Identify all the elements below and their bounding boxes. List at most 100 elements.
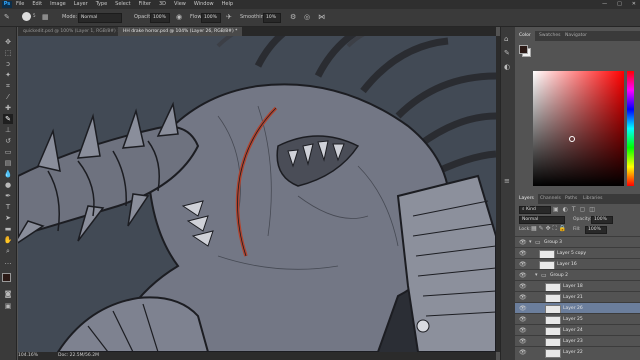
menu-file[interactable]: File — [16, 0, 24, 9]
adjustments-icon[interactable]: ◐ — [504, 63, 510, 71]
visibility-eye-icon[interactable]: 👁 — [519, 327, 527, 334]
lock-icons[interactable]: ▦ ✎ ✥ ⛶ 🔒 — [531, 225, 566, 233]
tab-layers[interactable]: Layers — [515, 194, 538, 204]
filter-type-icon[interactable]: T — [572, 206, 576, 213]
symmetry-icon[interactable]: ⋈ — [318, 13, 325, 21]
mode-label: Mode: — [62, 14, 78, 20]
menu-window[interactable]: Window — [194, 0, 214, 9]
hand-tool-icon[interactable]: ✋ — [3, 235, 13, 245]
type-tool-icon[interactable]: T — [3, 202, 13, 212]
filter-kind-select[interactable]: ⌕ Kind — [519, 206, 551, 214]
layers-list: 👁 ▾ ▭ Group 3 👁 Layer 5 copy 👁 Layer 16 👁 ▾ ▭ Group… — [515, 236, 640, 360]
pen-tool-icon[interactable]: ✒ — [3, 191, 13, 201]
visibility-eye-icon[interactable]: 👁 — [519, 316, 527, 323]
filter-smart-icon[interactable]: ◫ — [589, 206, 595, 213]
document-tabs: quickedit.psd @ 100% (Layer 1, RGB/8#) ×… — [18, 27, 496, 36]
properties-icon[interactable]: ≡ — [504, 177, 510, 185]
options-bar: ✎ 5 ▦ Mode: Normal Opacity: 100% ◉ Flow:… — [0, 9, 640, 27]
document-canvas[interactable] — [18, 36, 496, 352]
fill-input[interactable]: 100% — [585, 226, 607, 234]
creature-leg — [56, 296, 210, 352]
history-brush-tool-icon[interactable]: ↺ — [3, 136, 13, 146]
brush-tool-icon[interactable]: ✎ — [4, 13, 10, 21]
menu-type[interactable]: Type — [96, 0, 107, 9]
visibility-eye-icon[interactable]: 👁 — [519, 294, 527, 301]
brush-settings-icon[interactable]: ✎ — [504, 49, 510, 57]
zoom-tool-icon[interactable]: ⌕ — [3, 246, 13, 256]
menu-help[interactable]: Help — [222, 0, 233, 9]
more-tools-icon[interactable]: … — [3, 257, 13, 267]
filter-adjustment-icon[interactable]: ◐ — [563, 206, 568, 213]
close-button[interactable]: ✕ — [632, 0, 636, 9]
tab-color[interactable]: Color — [515, 31, 535, 41]
pressure-opacity-icon[interactable]: ◉ — [176, 13, 182, 21]
app-logo: Ps — [2, 1, 12, 8]
menu-items: File Edit Image Layer Type Select Filter… — [16, 0, 233, 9]
path-selection-tool-icon[interactable]: ➤ — [3, 213, 13, 223]
hue-slider[interactable] — [627, 71, 634, 186]
panel-foreground-swatch[interactable] — [519, 45, 528, 54]
color-panel-tabs: Color Swatches Navigator — [515, 31, 640, 41]
airbrush-icon[interactable]: ✈ — [226, 13, 232, 21]
visibility-eye-icon[interactable]: 👁 — [519, 239, 527, 246]
pressure-size-icon[interactable]: ◎ — [304, 13, 310, 21]
tab-hh-drake-horror[interactable]: HH drake horror.psd @ 104% (Layer 26, RG… — [118, 27, 243, 36]
zoom-level[interactable]: 104.16% — [18, 352, 38, 360]
menu-image[interactable]: Image — [50, 0, 66, 9]
history-panel-icon[interactable]: ⌂ — [504, 35, 508, 43]
flow-input[interactable]: 100% — [201, 13, 221, 23]
opacity-input[interactable]: 100% — [150, 13, 170, 23]
menu-3d[interactable]: 3D — [159, 0, 166, 9]
filter-pixel-icon[interactable]: ▣ — [553, 206, 559, 213]
menu-layer[interactable]: Layer — [74, 0, 88, 9]
smoothing-settings-icon[interactable]: ⚙ — [290, 13, 296, 21]
visibility-eye-icon[interactable]: 👁 — [519, 283, 527, 290]
tab-libraries[interactable]: Libraries — [579, 194, 606, 204]
screen-mode-icon[interactable]: ▣ — [3, 301, 13, 311]
smoothing-input[interactable]: 10% — [263, 13, 281, 23]
dodge-tool-icon[interactable]: ● — [3, 180, 13, 190]
menu-edit[interactable]: Edit — [32, 0, 42, 9]
crop-tool-icon[interactable]: ⌗ — [3, 81, 13, 91]
healing-brush-tool-icon[interactable]: ✚ — [3, 103, 13, 113]
gradient-tool-icon[interactable]: ▤ — [3, 158, 13, 168]
quick-select-tool-icon[interactable]: ✦ — [3, 70, 13, 80]
brush-tool-icon[interactable]: ✎ — [3, 114, 13, 124]
color-field[interactable] — [533, 71, 624, 186]
marquee-tool-icon[interactable]: ⬚ — [3, 48, 13, 58]
menu-view[interactable]: View — [174, 0, 186, 9]
bolt — [416, 319, 430, 333]
window-controls: — □ ✕ — [602, 0, 636, 9]
visibility-eye-icon[interactable]: 👁 — [519, 349, 527, 356]
visibility-eye-icon[interactable]: 👁 — [519, 305, 527, 312]
mode-select[interactable]: Normal — [78, 13, 122, 23]
lasso-tool-icon[interactable]: ↄ — [3, 59, 13, 69]
eraser-tool-icon[interactable]: ▭ — [3, 147, 13, 157]
layer-row[interactable]: 👁 Layer 22 — [515, 346, 640, 358]
visibility-eye-icon[interactable]: 👁 — [519, 272, 527, 279]
blend-mode-select[interactable]: Normal — [519, 216, 565, 224]
move-tool-icon[interactable]: ✥ — [3, 37, 13, 47]
brush-preset-icon[interactable] — [22, 12, 31, 21]
clone-stamp-tool-icon[interactable]: ⊥ — [3, 125, 13, 135]
shape-tool-icon[interactable]: ▬ — [3, 224, 13, 234]
tab-navigator[interactable]: Navigator — [561, 31, 591, 41]
layer-opacity-input[interactable]: 100% — [591, 216, 613, 224]
foreground-color-swatch[interactable] — [2, 273, 11, 282]
visibility-eye-icon[interactable]: 👁 — [519, 261, 527, 268]
creature-artwork — [18, 36, 496, 352]
tab-quickedit[interactable]: quickedit.psd @ 100% (Layer 1, RGB/8#) × — [18, 27, 126, 36]
filter-shape-icon[interactable]: ▢ — [580, 206, 586, 213]
eyedropper-tool-icon[interactable]: ⁄ — [3, 92, 13, 102]
layers-panel-tabs: Layers Channels Paths Libraries — [515, 194, 640, 204]
brush-panel-icon[interactable]: ▦ — [42, 13, 49, 21]
menu-select[interactable]: Select — [115, 0, 130, 9]
blur-tool-icon[interactable]: 💧 — [3, 169, 13, 179]
quick-mask-icon[interactable]: ◙ — [3, 289, 13, 299]
minimize-button[interactable]: — — [602, 0, 607, 9]
color-picker-cursor[interactable] — [569, 136, 575, 142]
maximize-button[interactable]: □ — [617, 0, 622, 9]
menu-filter[interactable]: Filter — [139, 0, 151, 9]
visibility-eye-icon[interactable]: 👁 — [519, 338, 527, 345]
visibility-eye-icon[interactable]: 👁 — [519, 250, 527, 257]
